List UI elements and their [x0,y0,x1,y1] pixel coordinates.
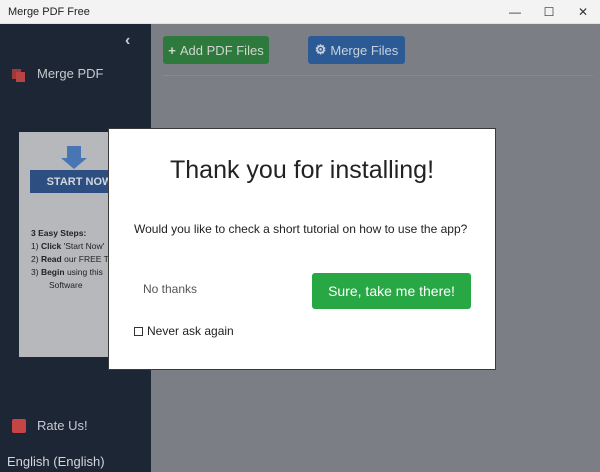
step-text: our FREE Tu [64,254,114,264]
gear-icon: ⚙ [314,42,327,57]
rate-icon [12,418,26,433]
close-button[interactable]: ✕ [566,0,600,24]
window-title: Merge PDF Free [8,5,90,18]
dialog-question: Would you like to check a short tutorial… [134,222,468,236]
no-thanks-button[interactable]: No thanks [143,282,197,296]
sidebar-item-merge-pdf[interactable]: Merge PDF [12,66,104,82]
step-keyword: Read [40,254,62,264]
merge-files-label: Merge Files [330,42,399,58]
never-ask-again-checkbox[interactable]: Never ask again [134,324,234,338]
language-selector[interactable]: English (English) [7,454,105,469]
plus-icon: + [168,42,176,58]
dialog-title: Thank you for installing! [169,156,435,184]
down-arrow-head-icon [61,158,87,169]
checkbox-box[interactable] [134,326,143,336]
step-number: 2) [31,254,39,264]
step-text: 'Start Now' [63,241,105,251]
add-pdf-files-button[interactable]: + Add PDF Files [163,36,269,64]
toolbar-divider [163,75,593,76]
step-keyword: Begin [40,267,65,277]
collapse-sidebar-icon[interactable]: ‹ [125,32,130,50]
minimize-button[interactable]: — [498,0,532,24]
maximize-button[interactable]: ☐ [532,0,566,24]
accept-tutorial-button[interactable]: Sure, take me there! [312,273,471,309]
sidebar-item-label: Rate Us! [37,418,88,433]
ad-steps: 3 Easy Steps: 1) Click 'Start Now' 2) Re… [31,227,113,292]
add-pdf-files-label: Add PDF Files [179,42,264,58]
welcome-dialog: Thank you for installing! Would you like… [108,128,496,370]
step-number: 1) [31,241,39,251]
never-ask-again-label: Never ask again [147,324,234,338]
sidebar-item-label: Merge PDF [37,66,104,81]
window-controls: — ☐ ✕ [498,0,600,24]
pdf-icon [12,67,26,82]
step-text: using this [66,267,103,277]
step-continuation: Software [49,280,83,290]
title-bar: Merge PDF Free — ☐ ✕ [0,0,600,24]
sidebar-item-rate-us[interactable]: Rate Us! [12,418,88,433]
merge-files-button[interactable]: ⚙ Merge Files [308,36,405,64]
step-number: 3) [31,267,39,277]
step-keyword: Click [40,241,62,251]
steps-title: 3 Easy Steps: [31,228,87,238]
